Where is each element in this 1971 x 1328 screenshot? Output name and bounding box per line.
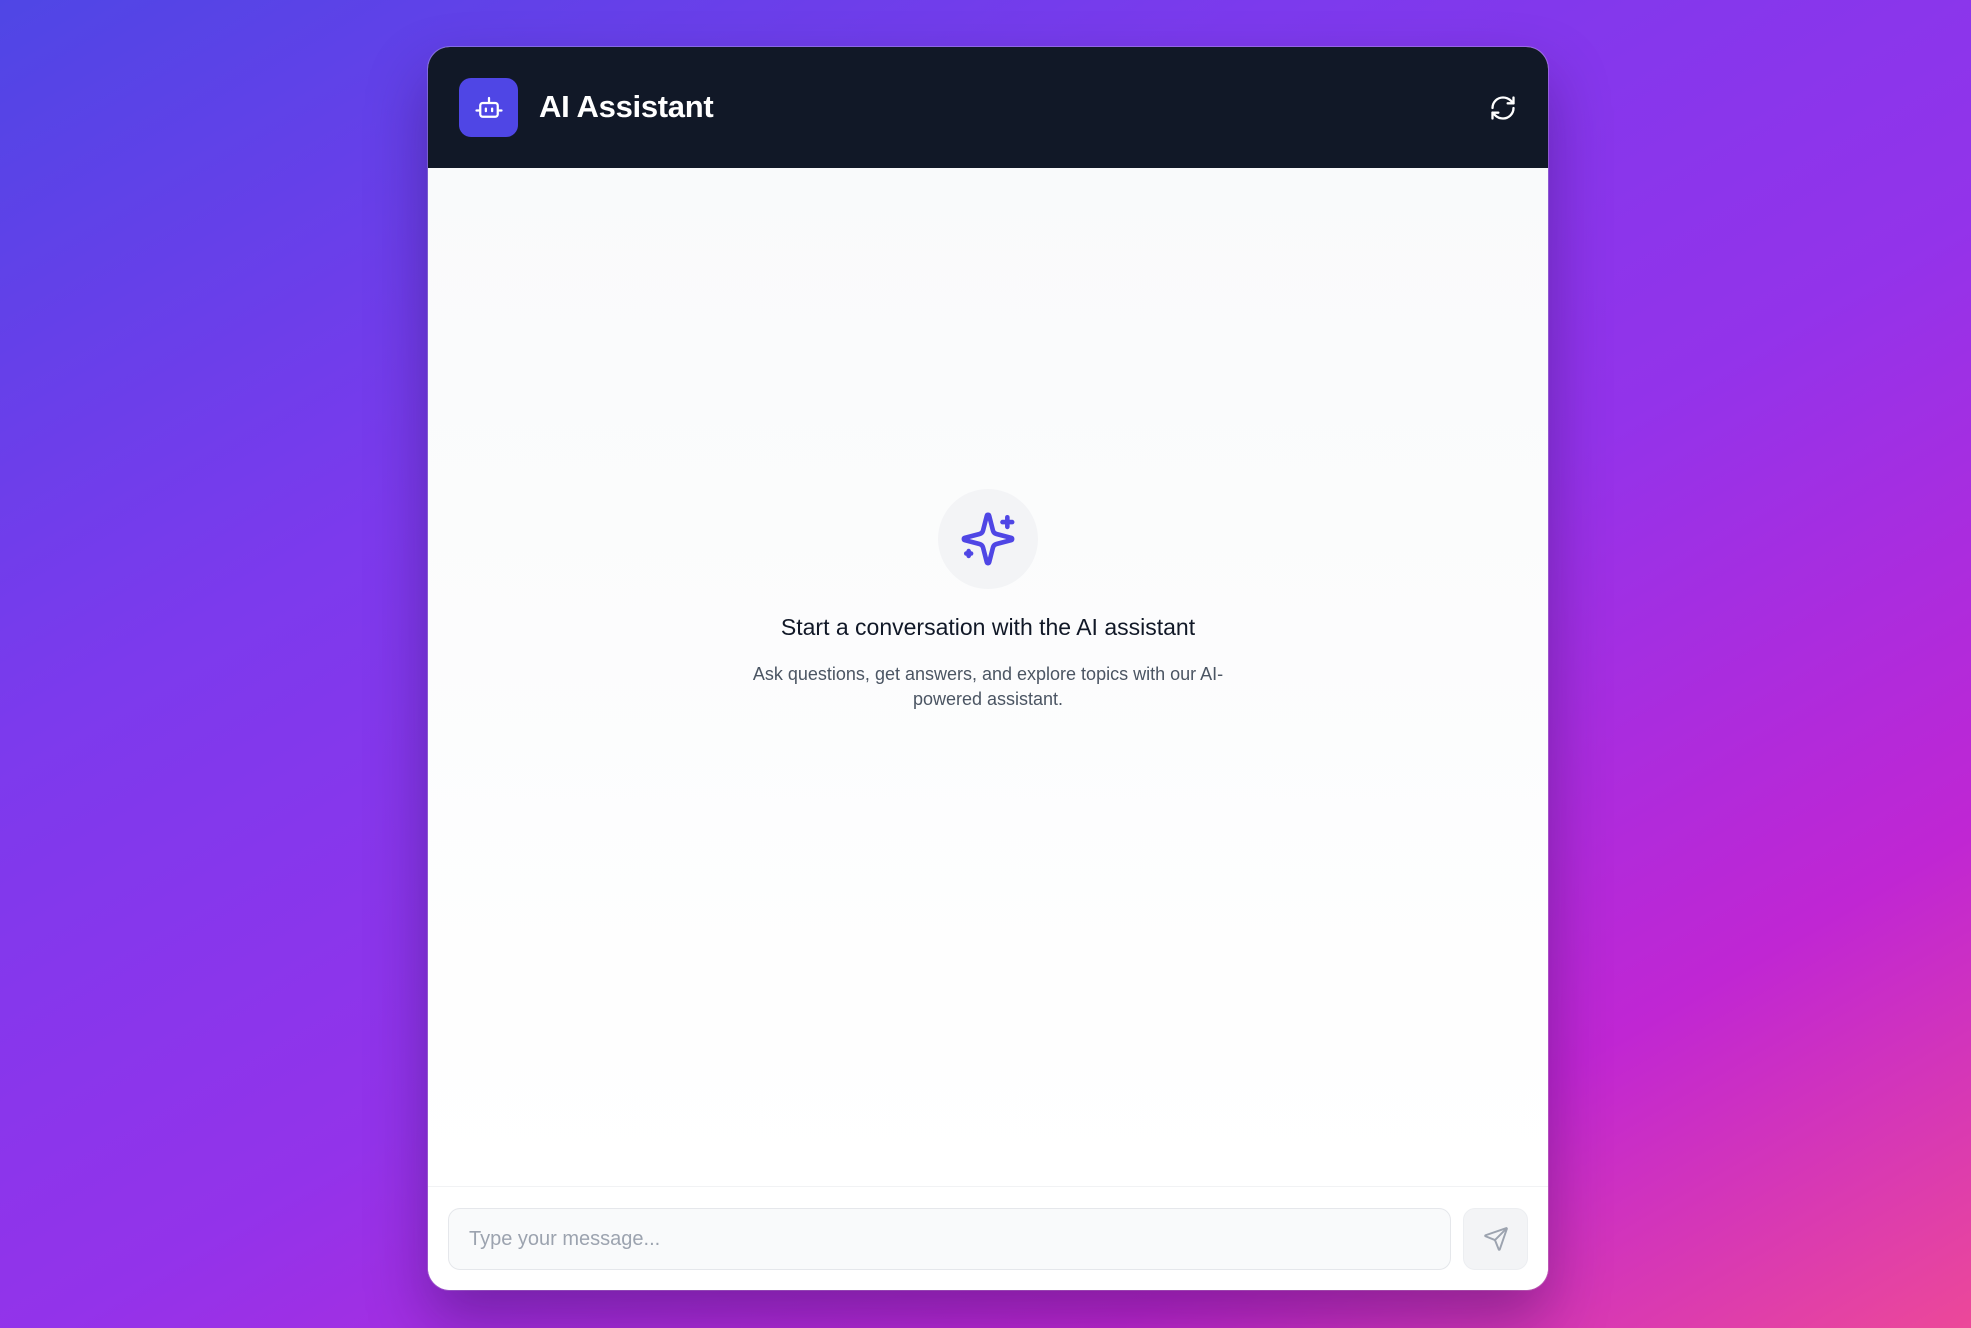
refresh-icon [1489,94,1517,122]
send-icon [1483,1226,1509,1252]
empty-state-title: Start a conversation with the AI assista… [780,614,1196,640]
empty-state-icon-circle [938,489,1038,589]
refresh-button[interactable] [1476,81,1530,135]
chat-window: AI Assistant Start a conversation with t… [428,47,1548,1290]
message-input[interactable] [448,1208,1451,1270]
sparkles-icon [959,510,1017,568]
assistant-logo [459,78,518,137]
page-title: AI Assistant [539,89,714,124]
chat-header: AI Assistant [428,47,1548,168]
robot-icon [474,93,504,123]
empty-state-subtitle: Ask questions, get answers, and explore … [752,664,1224,709]
send-button[interactable] [1463,1208,1528,1270]
message-composer [428,1186,1548,1290]
